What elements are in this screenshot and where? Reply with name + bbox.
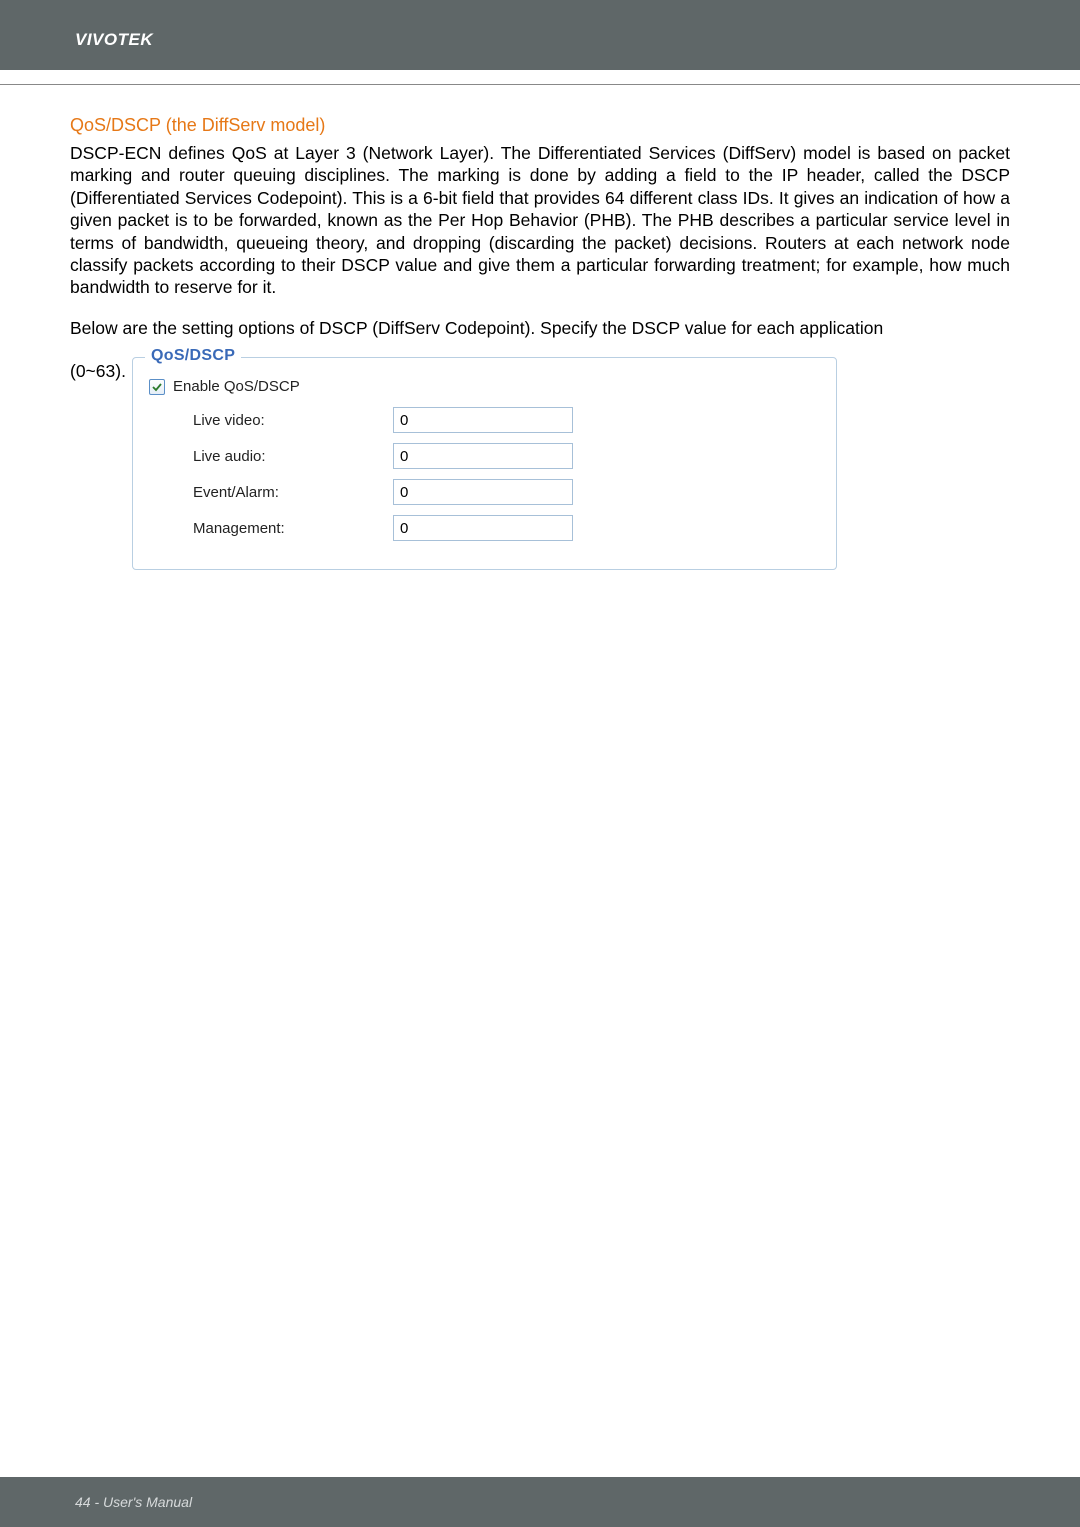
event-alarm-input[interactable] bbox=[393, 479, 573, 505]
page-footer: 44 - User's Manual bbox=[0, 1477, 1080, 1527]
enable-qos-row: Enable QoS/DSCP bbox=[149, 378, 822, 395]
enable-qos-checkbox[interactable] bbox=[149, 379, 165, 395]
settings-wrapper: (0~63). QoS/DSCP Enable QoS/DSCP Live vi… bbox=[70, 357, 1010, 570]
checkmark-icon bbox=[152, 382, 162, 392]
qos-dscp-fieldset: QoS/DSCP Enable QoS/DSCP Live video: Liv… bbox=[132, 357, 837, 570]
footer-text: 44 - User's Manual bbox=[75, 1494, 192, 1510]
field-row-live-audio: Live audio: bbox=[147, 443, 822, 469]
paragraph-2: Below are the setting options of DSCP (D… bbox=[70, 317, 1010, 339]
live-video-label: Live video: bbox=[193, 412, 393, 429]
live-audio-label: Live audio: bbox=[193, 448, 393, 465]
page-header: VIVOTEK bbox=[0, 0, 1080, 70]
paragraph-2-text: Below are the setting options of DSCP (D… bbox=[70, 318, 883, 338]
management-input[interactable] bbox=[393, 515, 573, 541]
live-audio-input[interactable] bbox=[393, 443, 573, 469]
field-row-event-alarm: Event/Alarm: bbox=[147, 479, 822, 505]
field-row-management: Management: bbox=[147, 515, 822, 541]
range-prefix: (0~63). bbox=[70, 357, 130, 382]
brand-label: VIVOTEK bbox=[75, 30, 1080, 50]
live-video-input[interactable] bbox=[393, 407, 573, 433]
section-title: QoS/DSCP (the DiffServ model) bbox=[70, 115, 1010, 136]
content-area: QoS/DSCP (the DiffServ model) DSCP-ECN d… bbox=[0, 85, 1080, 570]
event-alarm-label: Event/Alarm: bbox=[193, 484, 393, 501]
management-label: Management: bbox=[193, 520, 393, 537]
paragraph-1: DSCP-ECN defines QoS at Layer 3 (Network… bbox=[70, 142, 1010, 299]
field-row-live-video: Live video: bbox=[147, 407, 822, 433]
enable-qos-label: Enable QoS/DSCP bbox=[173, 378, 300, 395]
fieldset-legend: QoS/DSCP bbox=[145, 347, 241, 365]
